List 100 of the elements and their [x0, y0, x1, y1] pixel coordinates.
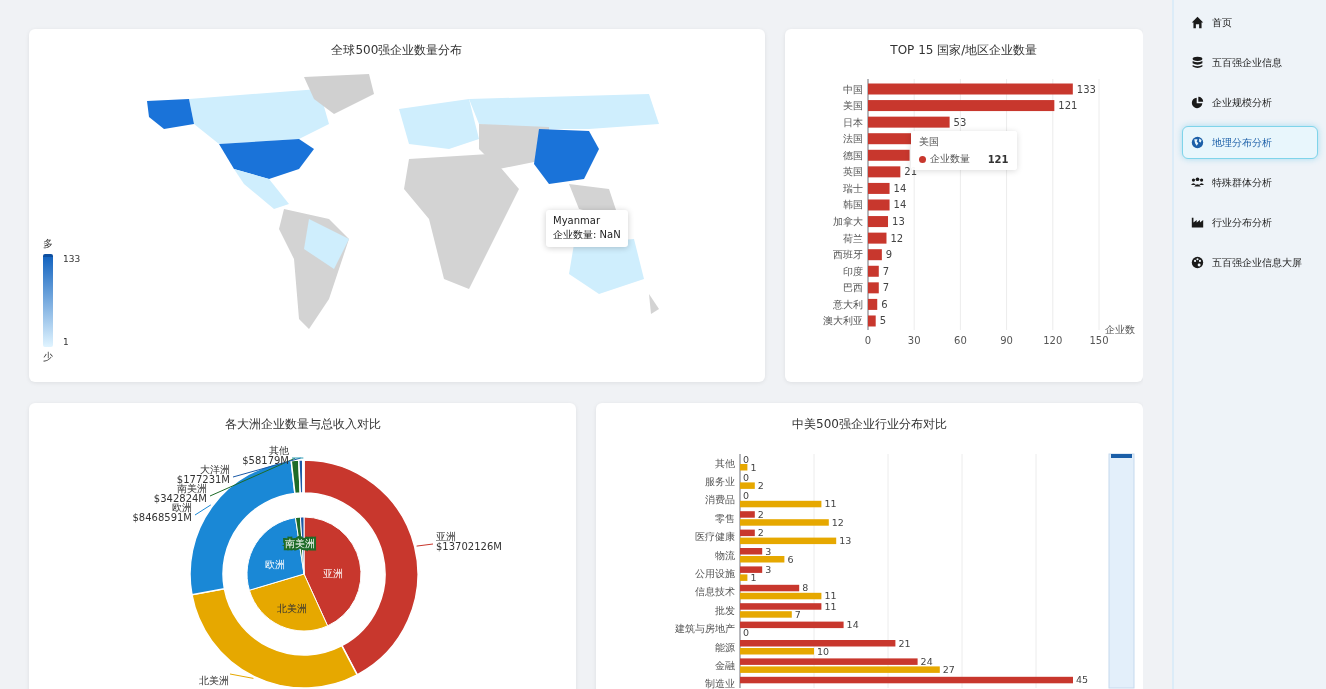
- zoom-slider[interactable]: [1108, 453, 1135, 689]
- value-label: 14: [893, 182, 906, 194]
- axis-label: 零售: [715, 512, 735, 524]
- axis-label: 消费品: [705, 494, 735, 506]
- tick-label: 120: [1042, 335, 1062, 346]
- bar[interactable]: [740, 529, 755, 537]
- database-icon: [1191, 56, 1204, 69]
- bar[interactable]: [740, 640, 896, 647]
- segment-label: 大洋洲: [200, 464, 230, 475]
- axis-label: 荷兰: [842, 232, 863, 244]
- axis-label: 美国: [842, 100, 863, 112]
- value-label: 0: [743, 627, 750, 639]
- axis-label: 德国: [842, 149, 863, 161]
- legend-label: 多: [43, 237, 53, 251]
- value-label: 13: [891, 216, 905, 228]
- value-label: 24: [920, 655, 933, 667]
- bar[interactable]: [740, 548, 763, 555]
- legend-value: 133: [63, 254, 81, 264]
- value-label: 2: [757, 508, 764, 520]
- value-label: 6: [880, 298, 888, 310]
- tooltip-title: 美国: [918, 135, 940, 149]
- segment-value: $58179M: [242, 455, 289, 466]
- bar[interactable]: [867, 199, 890, 211]
- axis-label: 澳大利亚: [822, 315, 863, 327]
- bar[interactable]: [867, 216, 888, 228]
- legend-label: 少: [43, 350, 53, 364]
- axis-label: 批发: [715, 604, 735, 616]
- segment-label: 亚洲: [436, 531, 456, 542]
- slice-label: 北美洲: [277, 603, 307, 614]
- value-label: 27: [942, 663, 955, 675]
- donut-segment[interactable]: [301, 459, 305, 494]
- bar[interactable]: [867, 133, 911, 145]
- nav-label: 五百强企业信息大屏: [1212, 255, 1302, 270]
- tooltip-label: 企业数量: [929, 152, 970, 166]
- nav-item[interactable]: 特殊群体分析: [1182, 166, 1318, 199]
- bar[interactable]: [867, 315, 876, 327]
- bar[interactable]: [867, 182, 890, 194]
- value-label: 0: [743, 453, 750, 465]
- axis-title: 企业数: [1104, 324, 1135, 335]
- nav-item[interactable]: 首页: [1182, 6, 1318, 39]
- axis-label: 日本: [842, 116, 863, 128]
- tick-label: 90: [999, 335, 1013, 346]
- nav-item[interactable]: 五百强企业信息: [1182, 46, 1318, 79]
- bar[interactable]: [867, 83, 1073, 95]
- value-label: 3: [765, 563, 772, 575]
- nav-item[interactable]: 企业规模分析: [1182, 86, 1318, 119]
- axis-label: 中国: [842, 83, 863, 95]
- axis-label: 西班牙: [832, 249, 863, 261]
- bar[interactable]: [867, 116, 950, 128]
- tooltip-value: 121: [987, 153, 1009, 165]
- axis-label: 医疗健康: [695, 531, 735, 543]
- tooltip-title: Myanmar: [553, 215, 601, 226]
- segment-value: $177231M: [176, 474, 230, 485]
- palette-icon: [1191, 256, 1204, 269]
- pie-slice[interactable]: [246, 517, 305, 591]
- pie-chart-icon: [1191, 96, 1204, 109]
- bar[interactable]: [867, 100, 1054, 112]
- segment-label: 南美洲: [177, 483, 207, 494]
- segment-label: 北美洲: [199, 675, 229, 686]
- globe-icon: [1191, 136, 1204, 149]
- bar[interactable]: [867, 249, 882, 261]
- segment-label: 其他: [269, 445, 289, 456]
- leader-line: [416, 543, 434, 547]
- bar[interactable]: [740, 676, 1073, 684]
- bar[interactable]: [867, 149, 910, 161]
- axis-label: 能源: [715, 641, 735, 653]
- axis-label: 加拿大: [832, 216, 863, 228]
- nav-item[interactable]: 五百强企业信息大屏: [1182, 246, 1318, 279]
- axis-label: 印度: [842, 265, 863, 277]
- bar[interactable]: [740, 584, 800, 592]
- axis-label: 巴西: [842, 282, 863, 294]
- value-label: 14: [893, 199, 906, 211]
- bar[interactable]: [867, 298, 877, 310]
- bar[interactable]: [867, 232, 887, 244]
- series-dot: [918, 155, 926, 163]
- value-label: 7: [882, 282, 889, 294]
- nav-item[interactable]: 地理分布分析: [1182, 126, 1318, 159]
- bar[interactable]: [867, 282, 879, 294]
- bar[interactable]: [740, 566, 763, 573]
- leader-line: [229, 673, 254, 679]
- bar[interactable]: [740, 658, 918, 665]
- bar[interactable]: [740, 621, 844, 629]
- value-label: 11: [824, 590, 837, 602]
- users-icon: [1191, 176, 1204, 189]
- factory-icon: [1191, 216, 1204, 229]
- axis-label: 服务业: [705, 475, 735, 487]
- nav-label: 首页: [1212, 15, 1232, 30]
- segment-value: $8468591M: [132, 512, 192, 523]
- bar[interactable]: [867, 265, 879, 277]
- leader-line: [194, 504, 212, 516]
- bar[interactable]: [867, 166, 900, 178]
- value-label: 11: [824, 600, 837, 612]
- color-scale-bar[interactable]: [43, 254, 53, 347]
- value-label: 6: [787, 553, 794, 565]
- tick-label: 150: [1089, 335, 1109, 346]
- chart-title: 各大洲企业数量与总收入对比: [223, 416, 382, 433]
- nav-item[interactable]: 行业分布分析: [1182, 206, 1318, 239]
- axis-label: 意大利: [832, 298, 863, 310]
- value-label: 14: [846, 619, 859, 631]
- value-label: 133: [1076, 83, 1096, 95]
